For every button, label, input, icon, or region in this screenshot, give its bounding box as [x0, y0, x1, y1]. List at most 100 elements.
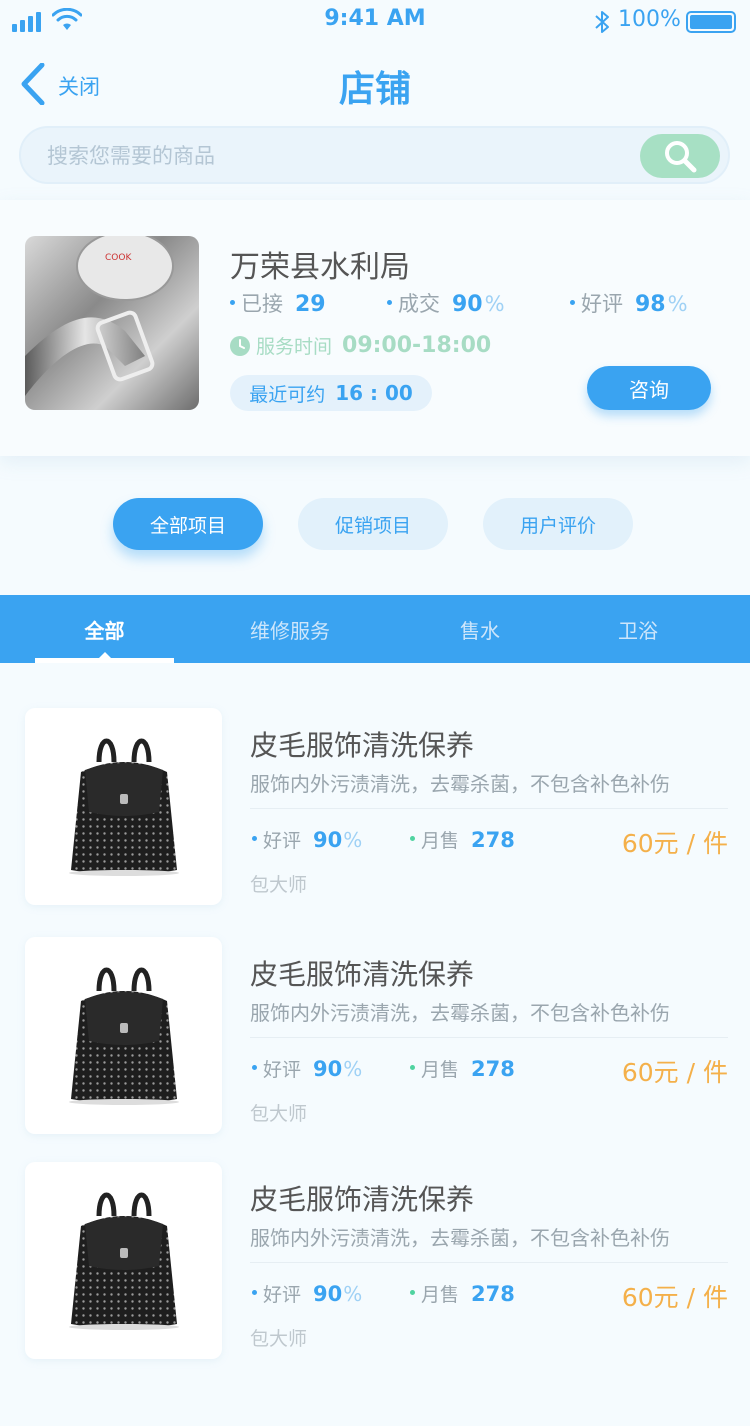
search-icon	[665, 141, 697, 173]
rating-label: 好评	[263, 830, 302, 852]
bullet-icon	[230, 299, 235, 305]
product-rating: 好评 90%	[252, 826, 362, 853]
sales-label: 月售	[421, 1059, 460, 1081]
service-hours-label: 服务时间	[256, 336, 333, 358]
product-item[interactable]: 皮毛服饰清洗保养 服饰内外污渍清洗，去霉杀菌，不包含补色补伤 好评 90% 月售 2…	[0, 937, 750, 1137]
stat-value: 98	[635, 292, 666, 317]
rating-suffix: %	[343, 1282, 363, 1306]
nav-bar: 关闭 店铺	[0, 44, 750, 124]
stat-accepted: 已接 29	[230, 288, 326, 318]
product-description: 服饰内外污渍清洗，去霉杀菌，不包含补色补伤	[250, 1226, 670, 1250]
divider	[250, 1037, 728, 1038]
sales-value: 278	[471, 828, 515, 852]
stat-value: 90	[452, 292, 483, 317]
consult-button[interactable]: 咨询	[587, 366, 711, 410]
product-sales: 月售 278	[410, 826, 515, 853]
divider	[250, 1262, 728, 1263]
category-label: 售水	[460, 618, 500, 643]
tab-promotions[interactable]: 促销项目	[298, 498, 448, 550]
search-button[interactable]	[640, 134, 720, 178]
product-description: 服饰内外污渍清洗，去霉杀菌，不包含补色补伤	[250, 772, 670, 796]
category-tab-repair[interactable]: 维修服务	[220, 595, 360, 663]
page-title: 店铺	[338, 69, 411, 110]
backpack-icon	[68, 738, 179, 876]
product-title: 皮毛服饰清洗保养	[250, 729, 475, 762]
bullet-icon	[570, 299, 575, 305]
stat-label: 好评	[581, 292, 623, 316]
product-image	[25, 1162, 222, 1359]
product-image	[25, 708, 222, 905]
stat-label: 已接	[241, 292, 283, 316]
bullet-icon	[410, 1290, 415, 1295]
rating-suffix: %	[343, 1057, 363, 1081]
rating-value: 90	[313, 828, 343, 852]
product-sales: 月售 278	[410, 1055, 515, 1082]
bullet-icon	[410, 1065, 415, 1070]
recent-available-badge: 最近可约 16 : 00	[230, 375, 432, 411]
product-sales: 月售 278	[410, 1280, 515, 1307]
divider	[250, 808, 728, 809]
shop-card: COOK 万荣县水利局 已接 29 成交 90% 好评 98% 服务时间 09:00-…	[0, 200, 750, 456]
category-label: 维修服务	[250, 618, 330, 643]
product-price: 60元 / 件	[621, 1058, 728, 1087]
service-hours: 服务时间 09:00-18:00	[230, 332, 491, 359]
tab-user-reviews[interactable]: 用户评价	[483, 498, 633, 550]
product-rating: 好评 90%	[252, 1280, 362, 1307]
rating-label: 好评	[263, 1059, 302, 1081]
backpack-icon	[68, 967, 179, 1105]
stat-suffix: %	[667, 292, 688, 316]
battery-percent: 100%	[618, 7, 681, 32]
product-price: 60元 / 件	[621, 1283, 728, 1312]
sales-value: 278	[471, 1282, 515, 1306]
product-vendor: 包大师	[250, 874, 308, 896]
product-description: 服饰内外污渍清洗，去霉杀菌，不包含补色补伤	[250, 1001, 670, 1025]
svg-text:COOK: COOK	[105, 253, 132, 263]
stat-label: 成交	[398, 292, 440, 316]
category-bar: 全部 维修服务 售水 卫浴	[0, 595, 750, 663]
sales-value: 278	[471, 1057, 515, 1081]
recent-label: 最近可约	[249, 383, 326, 406]
product-price: 60元 / 件	[621, 829, 728, 858]
category-tab-water[interactable]: 售水	[420, 595, 540, 663]
bluetooth-icon	[595, 11, 609, 33]
stat-rating: 好评 98%	[570, 288, 688, 318]
rating-label: 好评	[263, 1284, 302, 1306]
rating-value: 90	[313, 1057, 343, 1081]
category-label: 卫浴	[618, 618, 658, 643]
category-tab-bathroom[interactable]: 卫浴	[578, 595, 698, 663]
category-label: 全部	[84, 618, 125, 643]
service-hours-value: 09:00-18:00	[342, 333, 492, 358]
product-title: 皮毛服饰清洗保养	[250, 958, 475, 991]
recent-time: 16 : 00	[335, 381, 413, 405]
stat-suffix: %	[484, 292, 505, 316]
bullet-icon	[252, 1290, 257, 1295]
sales-label: 月售	[421, 1284, 460, 1306]
product-rating: 好评 90%	[252, 1055, 362, 1082]
product-title: 皮毛服饰清洗保养	[250, 1183, 475, 1216]
battery-icon	[686, 11, 736, 33]
rating-value: 90	[313, 1282, 343, 1306]
bullet-icon	[252, 836, 257, 841]
shop-photo: COOK	[25, 236, 199, 410]
product-item[interactable]: 皮毛服饰清洗保养 服饰内外污渍清洗，去霉杀菌，不包含补色补伤 好评 90% 月售 2…	[0, 708, 750, 908]
bullet-icon	[252, 1065, 257, 1070]
sales-label: 月售	[421, 830, 460, 852]
category-tab-all[interactable]: 全部	[35, 595, 174, 663]
tab-all-projects[interactable]: 全部项目	[113, 498, 263, 550]
bullet-icon	[387, 299, 392, 305]
product-image	[25, 937, 222, 1134]
status-bar: 9:41 AM 100%	[0, 0, 750, 44]
rating-suffix: %	[343, 828, 363, 852]
stat-deals: 成交 90%	[387, 288, 505, 318]
bullet-icon	[410, 836, 415, 841]
clock-icon	[230, 335, 250, 356]
search-input[interactable]	[47, 138, 627, 174]
product-item[interactable]: 皮毛服饰清洗保养 服饰内外污渍清洗，去霉杀菌，不包含补色补伤 好评 90% 月售 2…	[0, 1162, 750, 1362]
product-vendor: 包大师	[250, 1328, 308, 1350]
search-bar	[19, 126, 730, 184]
product-vendor: 包大师	[250, 1103, 308, 1125]
stat-value: 29	[295, 292, 326, 317]
active-underline	[35, 658, 174, 663]
backpack-icon	[68, 1192, 179, 1330]
shop-name: 万荣县水利局	[230, 250, 410, 285]
